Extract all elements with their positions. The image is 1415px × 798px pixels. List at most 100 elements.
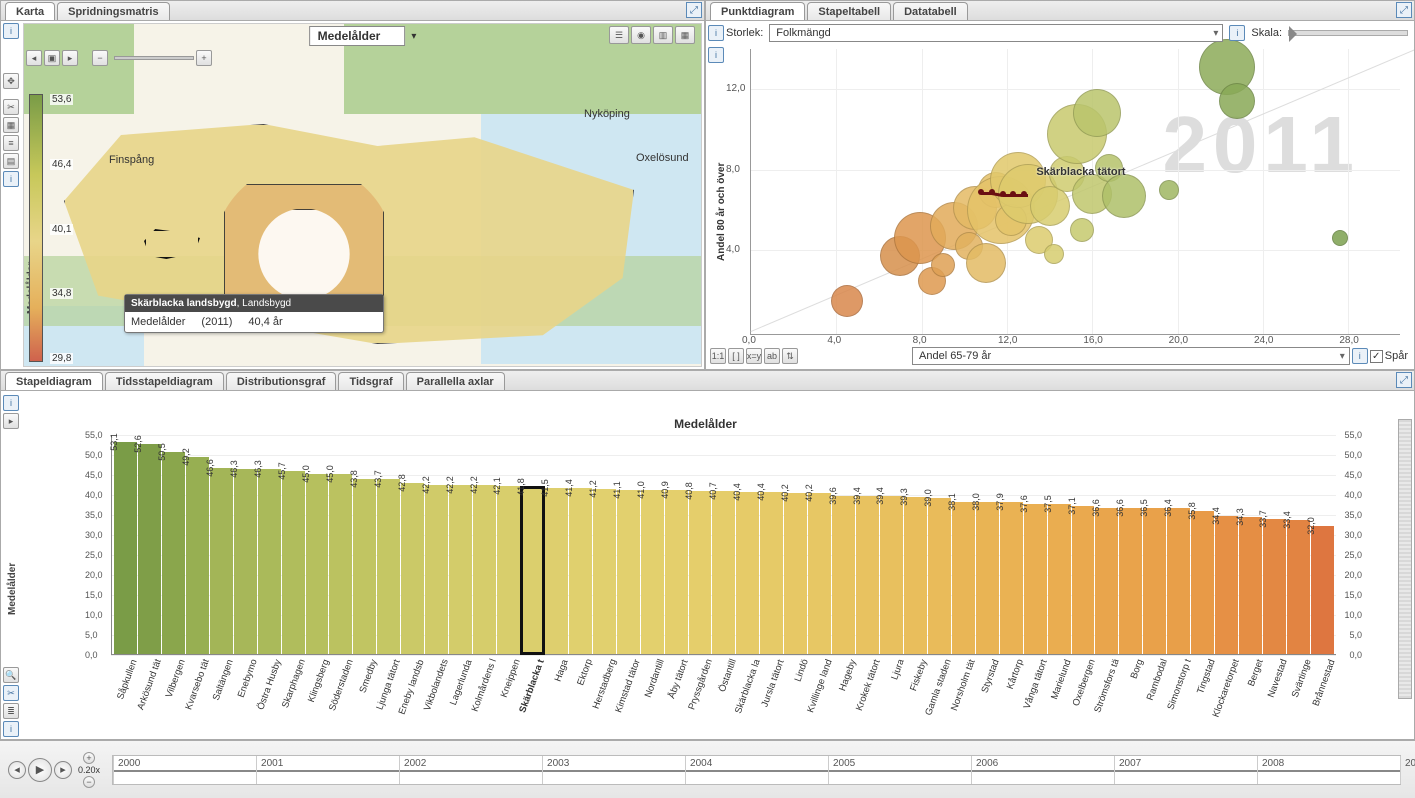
crop-icon[interactable]: ✂ — [3, 685, 19, 701]
info-icon[interactable]: i — [1229, 25, 1245, 41]
track-checkbox[interactable]: ✓ — [1370, 350, 1383, 363]
info-icon[interactable]: i — [708, 25, 724, 41]
bubble[interactable] — [1073, 89, 1121, 137]
x-axis-select[interactable]: Andel 65-79 år — [912, 347, 1350, 365]
bar[interactable]: 39,6 — [832, 496, 855, 654]
bar[interactable]: 46,3 — [234, 469, 257, 654]
tab-stapeltabell[interactable]: Stapeltabell — [807, 2, 891, 20]
zoom-out-icon[interactable]: − — [92, 50, 108, 66]
bar[interactable]: 49,2 — [186, 457, 209, 654]
timeline-tick[interactable]: 2000 — [113, 756, 114, 784]
timeline-tick[interactable]: 2003 — [542, 756, 543, 784]
bar[interactable]: 42,2 — [473, 485, 496, 654]
timeline-tick[interactable]: 2009 — [1400, 756, 1401, 784]
bar[interactable]: 46,6 — [210, 468, 233, 654]
bar[interactable]: 36,4 — [1167, 508, 1190, 654]
extent-icon[interactable]: ▣ — [44, 50, 60, 66]
info-icon[interactable]: i — [3, 395, 19, 411]
tab-datatabell[interactable]: Datatabell — [893, 2, 968, 20]
bar[interactable]: 45,0 — [329, 474, 352, 654]
pan-icon[interactable]: ✥ — [3, 73, 19, 89]
bar[interactable]: 53,1 — [114, 442, 137, 654]
bar[interactable]: 39,0 — [928, 498, 951, 654]
bubble[interactable] — [931, 253, 955, 277]
timeline-tick[interactable]: 2007 — [1114, 756, 1115, 784]
bar-right-slider[interactable] — [1398, 419, 1412, 699]
globe-icon[interactable]: ◉ — [631, 26, 651, 44]
bar[interactable]: 42,2 — [449, 485, 472, 654]
bubble[interactable] — [1102, 174, 1146, 218]
bar[interactable]: 40,2 — [808, 493, 831, 654]
bar[interactable]: 41,0 — [641, 490, 664, 654]
bar[interactable]: 34,4 — [1215, 516, 1238, 654]
bar[interactable]: 41,2 — [593, 489, 616, 654]
bubble[interactable] — [966, 243, 1006, 283]
label-button[interactable]: ab — [764, 348, 780, 364]
list-icon[interactable]: ≣ — [3, 703, 19, 719]
bar[interactable]: 33,7 — [1263, 519, 1286, 654]
tab-distributionsgraf[interactable]: Distributionsgraf — [226, 372, 337, 390]
zoom-slider[interactable] — [114, 56, 194, 60]
xy-button[interactable]: x=y — [746, 348, 762, 364]
bar[interactable]: 36,6 — [1095, 508, 1118, 654]
play-icon[interactable]: ▸ — [3, 413, 19, 429]
timeline-tick[interactable]: 2002 — [399, 756, 400, 784]
bar[interactable]: 39,4 — [880, 496, 903, 654]
tab-karta[interactable]: Karta — [5, 2, 55, 20]
zoom-in-icon[interactable]: + — [196, 50, 212, 66]
info2-icon[interactable]: i — [3, 171, 19, 187]
ratio-button[interactable]: 1:1 — [710, 348, 726, 364]
tab-tidsstapeldiagram[interactable]: Tidsstapeldiagram — [105, 372, 224, 390]
palette-icon[interactable]: ▦ — [3, 117, 19, 133]
bubble[interactable] — [1159, 180, 1179, 200]
scale-slider[interactable] — [1288, 30, 1408, 36]
bar[interactable]: 40,9 — [665, 490, 688, 654]
bar[interactable]: 39,3 — [904, 497, 927, 654]
expand-icon[interactable]: ⤢ — [686, 2, 702, 18]
bar[interactable]: 41,1 — [617, 490, 640, 654]
tab-spridningsmatris[interactable]: Spridningsmatris — [57, 2, 169, 20]
bar[interactable]: 40,2 — [784, 493, 807, 654]
bar[interactable]: 40,4 — [736, 492, 759, 654]
bar[interactable]: 35,8 — [1191, 511, 1214, 654]
timeline-track[interactable]: 2000200120022003200420052006200720082009 — [112, 755, 1401, 785]
bar[interactable]: 37,5 — [1048, 504, 1071, 654]
bar[interactable]: 41,5 — [545, 488, 568, 654]
scatter-plot[interactable]: 2011 Skärblacka tätort — [750, 49, 1400, 335]
size-select[interactable]: Folkmängd — [769, 24, 1223, 42]
bubble[interactable] — [1030, 186, 1070, 226]
bar[interactable]: 39,4 — [856, 496, 879, 654]
bar[interactable]: 46,3 — [258, 469, 281, 654]
bar[interactable]: 43,8 — [353, 479, 376, 654]
bar[interactable]: 42,2 — [425, 485, 448, 654]
info-icon[interactable]: i — [1352, 348, 1368, 364]
bar[interactable]: 37,9 — [1000, 502, 1023, 654]
info-icon[interactable]: i — [3, 23, 19, 39]
map-area[interactable]: Medelålder ▾ ☰ ◉ ▥ ▦ ◂ ▣ ▸ − — [23, 23, 702, 367]
info-icon[interactable]: i — [3, 721, 19, 737]
next-icon[interactable]: ▸ — [62, 50, 78, 66]
bubble[interactable] — [1070, 218, 1094, 242]
bar[interactable]: 34,3 — [1239, 517, 1262, 654]
bar[interactable]: 38,1 — [952, 502, 975, 654]
info-icon[interactable]: i — [708, 47, 724, 63]
bar[interactable]: 40,4 — [760, 492, 783, 654]
bar[interactable]: 50,5 — [162, 452, 185, 654]
prev-icon[interactable]: ◂ — [26, 50, 42, 66]
speed-down-icon[interactable]: − — [83, 776, 95, 788]
timeline-handle[interactable] — [113, 770, 1400, 780]
bar[interactable]: 42,1 — [497, 486, 520, 654]
scissors-icon[interactable]: ✂ — [3, 99, 19, 115]
bar[interactable]: 42,8 — [401, 483, 424, 654]
bar[interactable]: 36,6 — [1119, 508, 1142, 654]
bar[interactable]: 52,6 — [138, 444, 161, 654]
chart-icon[interactable]: ▥ — [653, 26, 673, 44]
bar[interactable]: 36,5 — [1143, 508, 1166, 654]
timeline-tick[interactable]: 2006 — [971, 756, 972, 784]
bar[interactable]: 32,0 — [1311, 526, 1334, 654]
tab-stapeldiagram[interactable]: Stapeldiagram — [5, 372, 103, 390]
bar[interactable]: 37,1 — [1072, 506, 1095, 654]
bar[interactable]: 41,8 — [521, 487, 544, 654]
map-variable-select[interactable]: Medelålder — [309, 26, 406, 46]
speed-up-icon[interactable]: + — [83, 752, 95, 764]
